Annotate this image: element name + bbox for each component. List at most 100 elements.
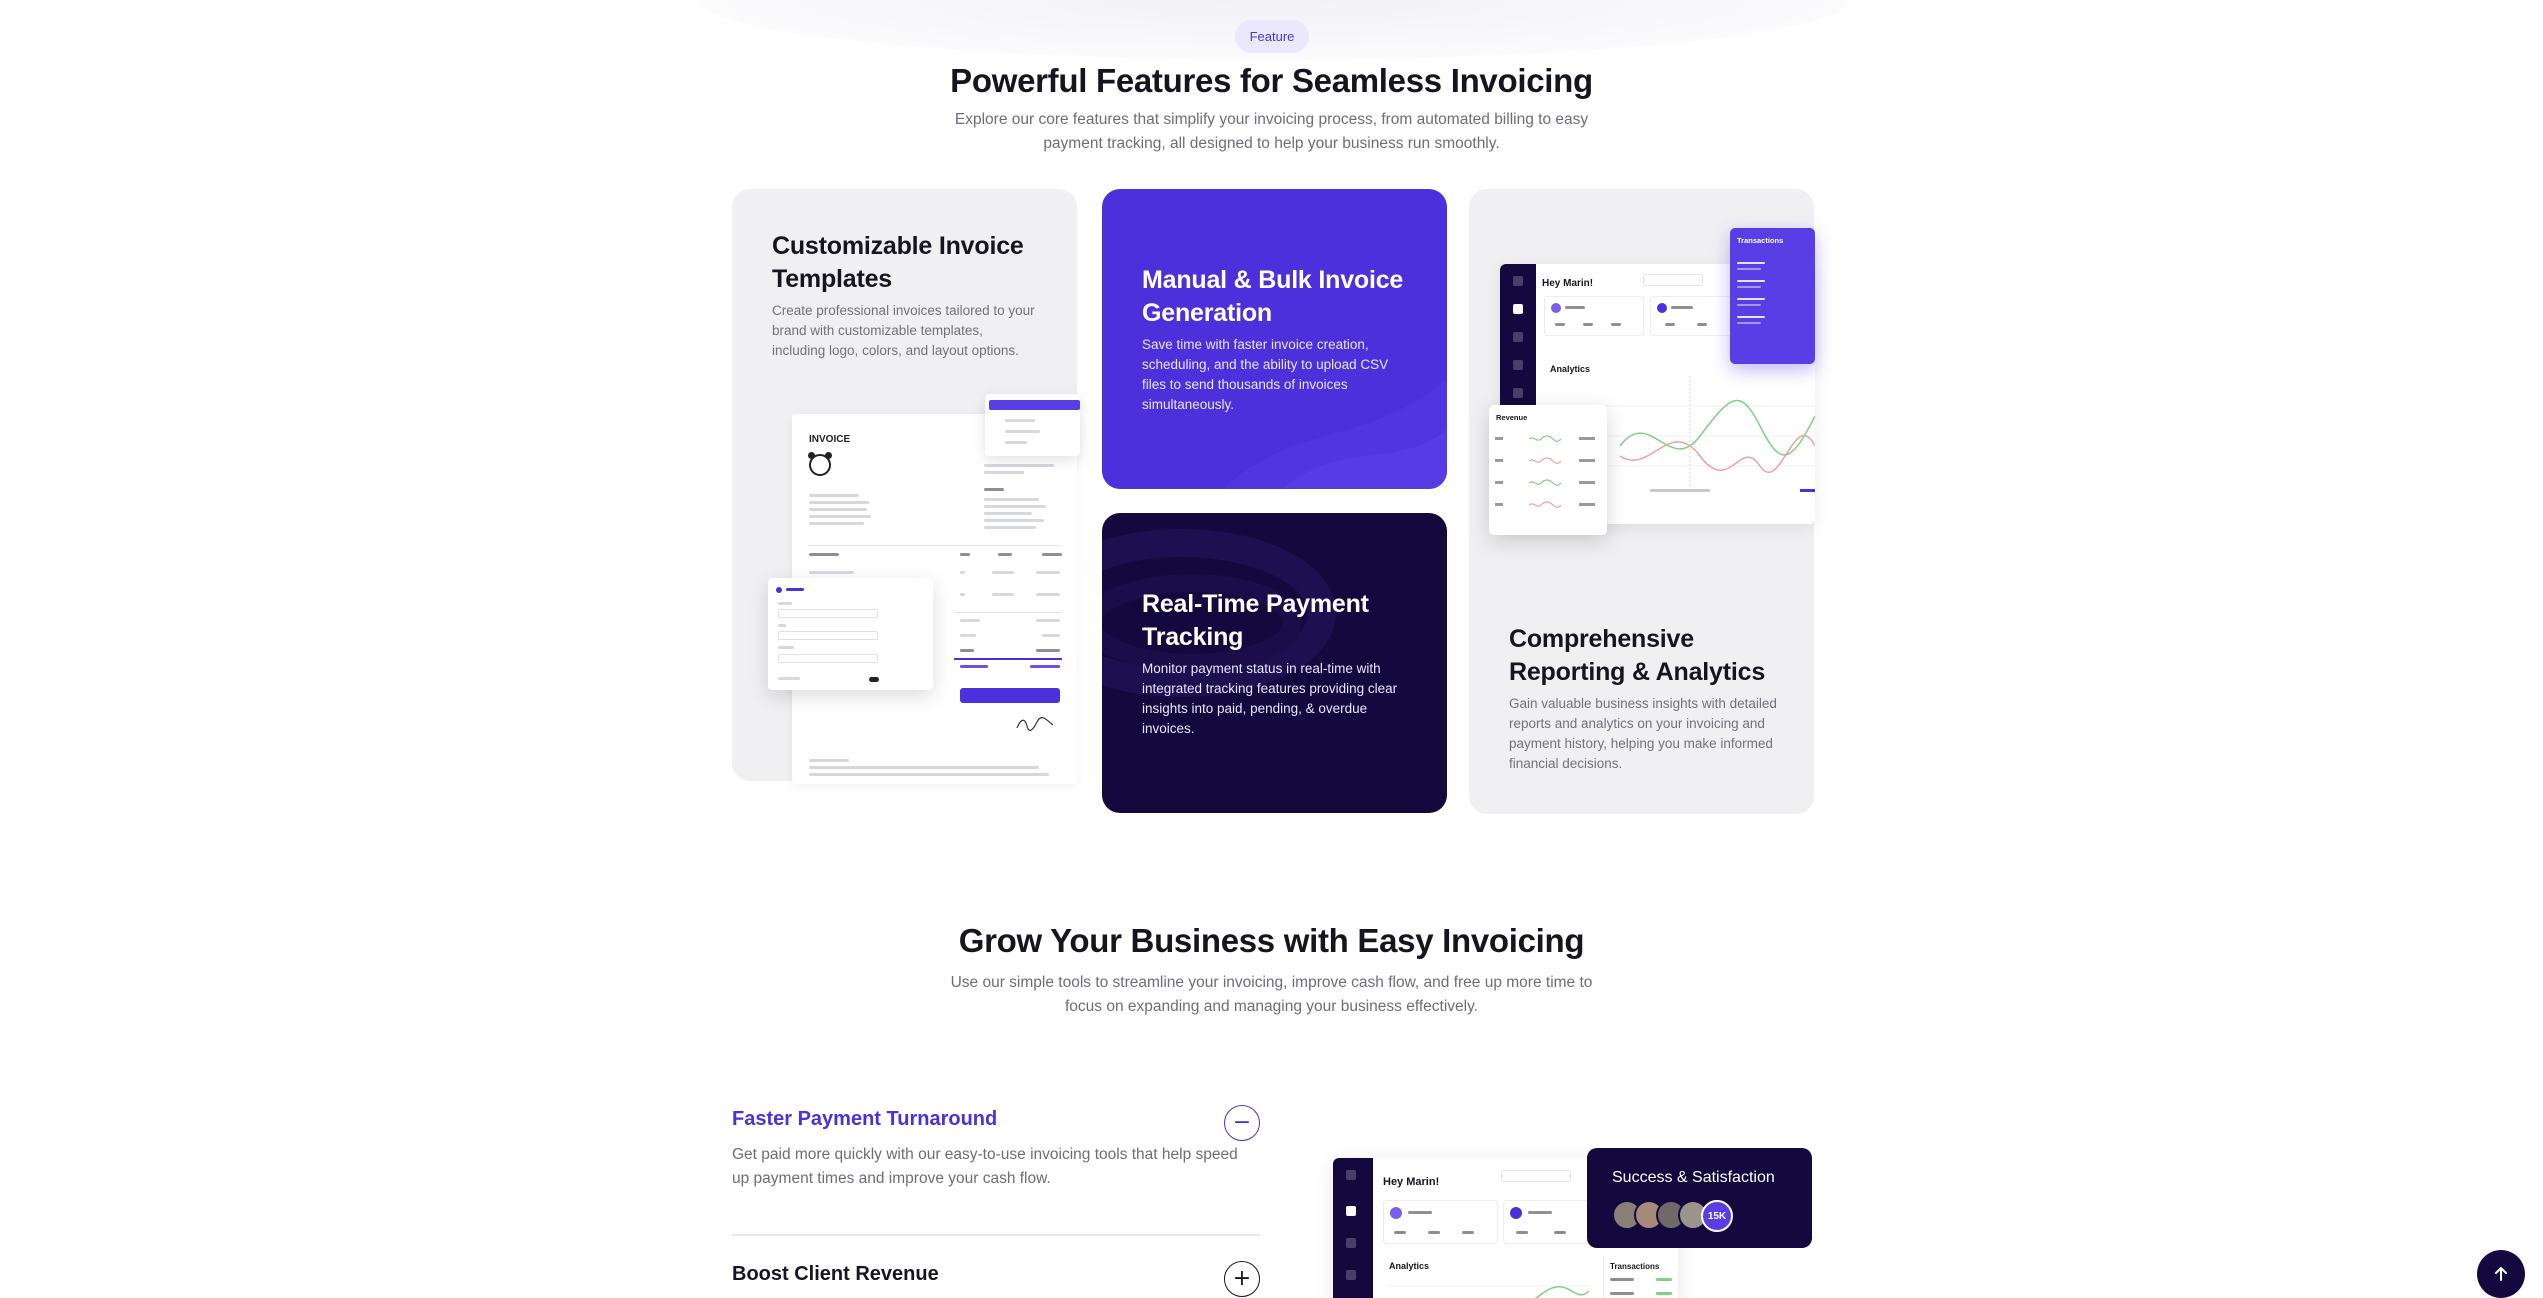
text-line [1737, 280, 1765, 282]
text-line [1656, 1278, 1672, 1281]
users-icon [1513, 360, 1523, 370]
signature-icon [1016, 716, 1054, 731]
recurring-toggle[interactable] [869, 677, 879, 682]
text-line [809, 501, 869, 504]
expand-icon[interactable]: + [1224, 1261, 1260, 1297]
amount-due-divider [954, 658, 1062, 660]
total-label [960, 634, 976, 637]
users-avatar [1390, 1207, 1402, 1219]
users-avatar [1551, 303, 1561, 313]
text-line [1394, 1231, 1406, 1234]
settings-icon [1513, 388, 1523, 398]
transactions-panel: Transactions [1603, 1256, 1678, 1298]
back-to-top-button[interactable] [2477, 1250, 2525, 1298]
email-label [786, 588, 804, 591]
table-cell [1036, 593, 1060, 596]
text-line [1656, 1292, 1672, 1295]
amount-due-value [1030, 665, 1060, 668]
transactions-panel: Transactions [1730, 228, 1815, 364]
menu-item[interactable] [1005, 430, 1040, 433]
table-header [1042, 553, 1062, 556]
total-value [1042, 634, 1060, 637]
accordion-title-faster-payment[interactable]: Faster Payment Turnaround [732, 1108, 997, 1131]
text-line [984, 512, 1032, 515]
dashboard-search[interactable] [1501, 1170, 1571, 1182]
users-stat-card [1383, 1200, 1498, 1244]
invoice-heading: INVOICE [809, 434, 851, 445]
text-line [1737, 286, 1761, 288]
total-value [1036, 649, 1060, 652]
users-stat-card [1544, 296, 1644, 336]
card-description: Monitor payment status in real-time with… [1142, 661, 1398, 736]
text-line [1555, 323, 1565, 326]
field-label [778, 646, 794, 649]
dashboard-sidebar [1333, 1158, 1373, 1298]
email-panel [768, 578, 933, 690]
card-title: Customizable Invoice Templates [772, 232, 1024, 293]
send-options-menu[interactable] [985, 394, 1080, 456]
accordion-description: Get paid more quickly with our easy-to-u… [732, 1146, 1238, 1187]
table-header [809, 553, 839, 556]
accordion-title-boost-revenue[interactable]: Boost Client Revenue [732, 1263, 939, 1286]
text-line [1462, 1231, 1474, 1234]
text-line [809, 522, 864, 525]
transactions-heading: Transactions [1737, 236, 1784, 245]
text-line [1665, 323, 1675, 326]
menu-item-selected[interactable] [989, 400, 1080, 410]
panda-logo-icon [808, 452, 832, 476]
text-line [1737, 316, 1765, 318]
terms-text [809, 773, 1049, 776]
field-label [778, 624, 786, 627]
dashboard-search[interactable] [1643, 274, 1703, 286]
analytics-icon [1346, 1238, 1356, 1248]
text-line [984, 471, 1024, 474]
users-icon [1346, 1270, 1356, 1280]
text-line [809, 494, 859, 497]
text-line [984, 505, 1046, 508]
menu-item[interactable] [1005, 419, 1035, 422]
totals-divider [954, 612, 1062, 613]
card-description: Save time with faster invoice creation, … [1142, 337, 1389, 412]
text-line [984, 498, 1039, 501]
menu-item[interactable] [1005, 441, 1027, 444]
text-line [1671, 306, 1693, 309]
text-line [1583, 323, 1593, 326]
edit-icon [1513, 276, 1523, 286]
collapse-icon[interactable]: − [1224, 1105, 1260, 1141]
text-line [809, 508, 867, 511]
text-line [1697, 323, 1707, 326]
finance-avatar [1510, 1207, 1522, 1219]
growth-subtitle: Use our simple tools to streamline your … [950, 974, 1593, 1015]
feature-badge: Feature [1235, 20, 1309, 53]
dashboard-greeting: Hey Marin! [1383, 1176, 1440, 1188]
table-header [960, 553, 970, 556]
text-line [1737, 262, 1765, 264]
table-divider [809, 545, 1061, 546]
subject-field[interactable] [778, 654, 878, 663]
pay-invoice-button[interactable] [960, 688, 1060, 703]
to-field[interactable] [778, 631, 878, 640]
text-line [1737, 268, 1761, 270]
finance-avatar [1657, 303, 1667, 313]
analytics-icon [1513, 332, 1523, 342]
accordion-divider [732, 1234, 1260, 1236]
from-field[interactable] [778, 609, 878, 618]
card-title: Manual & Bulk Invoice Generation [1142, 266, 1404, 327]
table-cell [960, 593, 965, 596]
text-line [984, 488, 1004, 491]
text-line [1737, 322, 1761, 324]
text-line [1610, 1292, 1634, 1295]
analytics-heading: Analytics [1389, 1261, 1430, 1271]
success-satisfaction-card: Success & Satisfaction 15K [1587, 1148, 1812, 1248]
analytics-line-chart [1389, 1285, 1589, 1298]
revenue-panel: Revenue [1489, 405, 1607, 535]
total-label [960, 649, 974, 652]
text-line [1565, 306, 1585, 309]
table-header [998, 553, 1012, 556]
table-cell [992, 593, 1014, 596]
table-cell [960, 571, 965, 574]
text-line [1610, 1278, 1634, 1281]
card-title: Real-Time Payment Tracking [1142, 590, 1369, 651]
amount-due-label [960, 665, 988, 668]
edit-icon [1346, 1170, 1356, 1180]
